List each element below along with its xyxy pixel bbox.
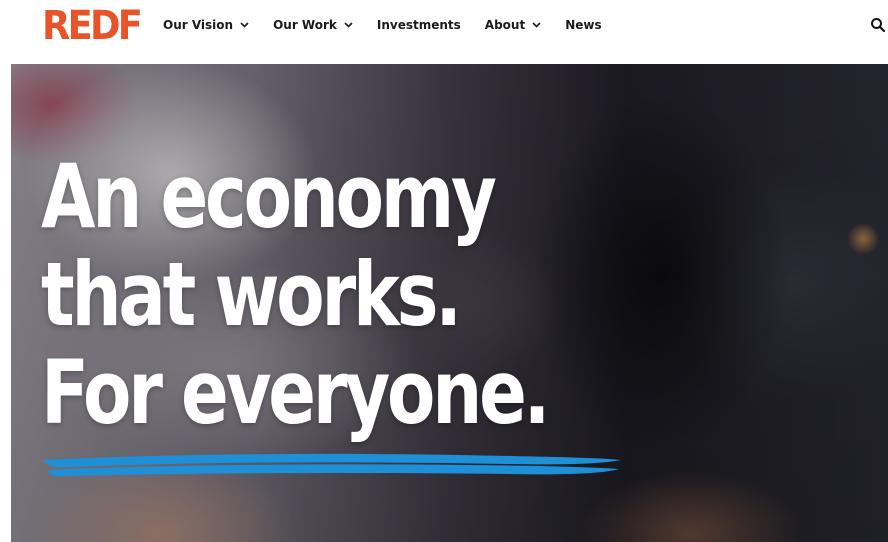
site-header: REDF Our Vision Our Work Investments Abo… xyxy=(0,0,888,64)
headline-line-3: For everyone. xyxy=(41,341,550,444)
nav-item-our-work[interactable]: Our Work xyxy=(273,18,353,32)
brush-underline xyxy=(43,453,621,476)
hero-headline: An economy that works. For everyone. xyxy=(41,145,550,444)
search-button[interactable] xyxy=(870,17,886,33)
chevron-down-icon xyxy=(240,22,249,28)
nav-item-our-vision[interactable]: Our Vision xyxy=(163,18,249,32)
chevron-down-icon xyxy=(532,22,541,28)
nav-item-label: News xyxy=(565,18,602,32)
nav-item-news[interactable]: News xyxy=(565,18,601,32)
headline-line-2: that works. xyxy=(41,243,462,346)
headline-line-1: An economy xyxy=(41,145,497,248)
hero-banner: An economy that works. For everyone. xyxy=(11,64,888,542)
nav-item-investments[interactable]: Investments xyxy=(377,18,461,32)
search-icon xyxy=(871,18,886,33)
nav-item-label: About xyxy=(484,18,526,32)
redf-logo[interactable]: REDF xyxy=(42,6,143,46)
nav-item-about[interactable]: About xyxy=(485,18,541,32)
nav-item-label: Our Work xyxy=(273,18,337,32)
nav-item-label: Our Vision xyxy=(163,18,234,32)
main-nav: Our Vision Our Work Investments About Ne… xyxy=(163,16,626,34)
nav-item-label: Investments xyxy=(376,18,461,32)
chevron-down-icon xyxy=(344,22,353,28)
